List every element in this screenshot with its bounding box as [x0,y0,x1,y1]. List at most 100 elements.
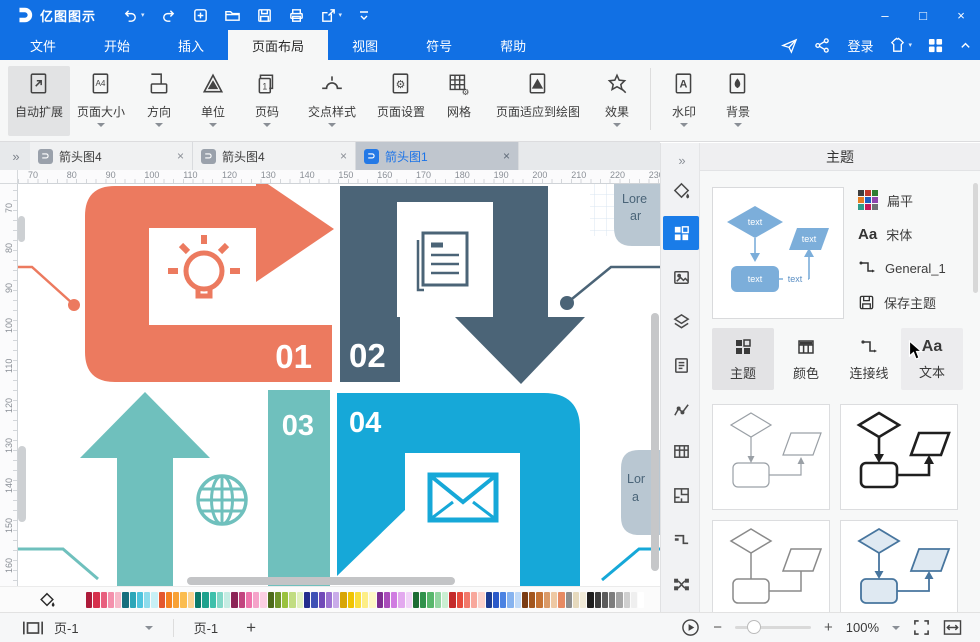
color-swatch[interactable] [420,592,426,608]
color-swatch[interactable] [587,592,593,608]
constraints-panel-icon[interactable] [663,567,699,601]
color-swatch-strip[interactable] [86,592,644,608]
ribbon-watermark-button[interactable]: A 水印 [657,66,711,136]
color-swatch[interactable] [369,592,375,608]
fullscreen-button[interactable] [913,619,930,636]
zoom-level[interactable]: 100% [846,620,879,635]
color-swatch[interactable] [166,592,172,608]
ribbon-junction-style-button[interactable]: 交点样式 [294,66,370,136]
tab-close-icon[interactable]: × [340,149,347,163]
color-swatch[interactable] [326,592,332,608]
panel-collapse-button[interactable]: » [663,143,699,177]
color-swatch[interactable] [260,592,266,608]
color-swatch[interactable] [507,592,513,608]
skin-button[interactable]: ▾ [889,37,912,54]
connector-style-panel-icon[interactable] [663,522,699,556]
color-swatch[interactable] [536,592,542,608]
theme-style-option[interactable]: 扁平 [858,187,970,213]
color-swatch[interactable] [616,592,622,608]
ribbon-auto-expand-button[interactable]: 自动扩展 [8,66,70,136]
panel-tab-colors[interactable]: 颜色 [775,328,837,390]
customize-toolbar-button[interactable] [357,8,371,22]
layers-panel-icon[interactable] [663,304,699,338]
apps-grid-icon[interactable] [928,38,943,53]
color-swatch[interactable] [551,592,557,608]
color-swatch[interactable] [268,592,274,608]
step3-teal-arrow[interactable]: 03 [80,390,330,586]
ribbon-effects-button[interactable]: 效果 [590,66,644,136]
color-swatch[interactable] [297,592,303,608]
page-selector-caret[interactable] [145,626,153,630]
zoom-out-button[interactable]: − [713,619,722,636]
color-swatch[interactable] [289,592,295,608]
color-swatch[interactable] [311,592,317,608]
open-file-button[interactable] [224,7,241,24]
color-swatch[interactable] [580,592,586,608]
color-swatch[interactable] [246,592,252,608]
color-swatch[interactable] [115,592,121,608]
ribbon-page-size-button[interactable]: A4 页面大小 [70,66,132,136]
color-swatch[interactable] [304,592,310,608]
ribbon-grid-button[interactable]: ⚙ 网格 [432,66,486,136]
color-swatch[interactable] [529,592,535,608]
color-swatch[interactable] [638,592,644,608]
color-swatch[interactable] [159,592,165,608]
theme-font-option[interactable]: Aa 宋体 [858,221,970,247]
floorplan-panel-icon[interactable] [663,478,699,512]
theme-thumbnail-4[interactable] [840,520,958,612]
chart-panel-icon[interactable] [663,392,699,426]
redo-button[interactable] [160,7,177,24]
color-swatch[interactable] [333,592,339,608]
color-swatch[interactable] [435,592,441,608]
color-swatch[interactable] [624,592,630,608]
doc-tab-2[interactable]: ⊃ 箭头图4 × [193,142,356,170]
zoom-in-button[interactable]: + [824,619,833,636]
fill-color-icon[interactable] [38,591,56,609]
theme-panel-icon[interactable] [663,216,699,250]
skin-caret[interactable]: ▾ [908,41,912,49]
color-swatch[interactable] [173,592,179,608]
color-swatch[interactable] [377,592,383,608]
color-swatch[interactable] [275,592,281,608]
save-button[interactable] [256,7,273,24]
color-swatch[interactable] [86,592,92,608]
step4-cyan-arrow[interactable]: 04 [337,393,580,586]
note-box-top[interactable]: Lore ar [614,181,660,246]
add-page-button[interactable]: + [246,618,256,638]
vertical-scrollbar-thumb[interactable] [651,313,659,571]
color-swatch[interactable] [202,592,208,608]
color-swatch[interactable] [217,592,223,608]
color-swatch[interactable] [122,592,128,608]
menu-help[interactable]: 帮助 [476,30,550,60]
left-scroll-indicator[interactable] [18,216,25,242]
maximize-button[interactable]: □ [904,0,942,30]
color-swatch[interactable] [449,592,455,608]
panel-tab-theme[interactable]: 主题 [712,328,774,390]
color-swatch[interactable] [384,592,390,608]
color-swatch[interactable] [195,592,201,608]
theme-preview[interactable]: text text text text [712,187,844,319]
color-swatch[interactable] [515,592,521,608]
ribbon-page-setup-button[interactable]: ⚙ 页面设置 [370,66,432,136]
color-swatch[interactable] [558,592,564,608]
color-swatch[interactable] [595,592,601,608]
share-icon[interactable] [814,37,831,54]
page-view-icon[interactable] [22,620,44,636]
color-swatch[interactable] [362,592,368,608]
ribbon-background-button[interactable]: 背景 [711,66,765,136]
ribbon-fit-page-to-drawing-button[interactable]: 页面适应到绘图 [486,66,590,136]
login-button[interactable]: 登录 [847,36,873,55]
fill-style-icon[interactable] [663,173,699,207]
color-swatch[interactable] [231,592,237,608]
color-swatch[interactable] [210,592,216,608]
menu-page-layout[interactable]: 页面布局 [228,30,328,60]
color-swatch[interactable] [478,592,484,608]
color-swatch[interactable] [282,592,288,608]
page-tab[interactable]: 页-1 [194,618,219,637]
menu-insert[interactable]: 插入 [154,30,228,60]
theme-thumbnail-3[interactable] [712,520,830,612]
color-swatch[interactable] [188,592,194,608]
horizontal-scrollbar-thumb[interactable] [187,577,455,585]
table-panel-icon[interactable] [663,434,699,468]
step1-orange-arrow[interactable]: 01 [85,176,334,382]
